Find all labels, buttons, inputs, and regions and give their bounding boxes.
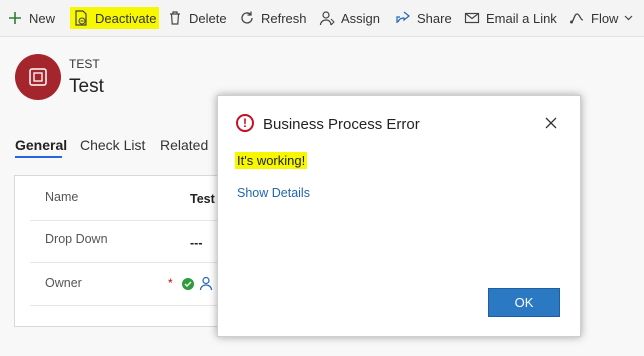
dialog-title: Business Process Error	[263, 116, 420, 133]
error-icon: !	[236, 114, 254, 132]
error-dialog: ! Business Process Error It's working! S…	[217, 95, 581, 337]
error-message: It's working!	[235, 152, 308, 169]
close-icon[interactable]	[544, 116, 558, 130]
ok-button[interactable]: OK	[488, 288, 560, 317]
modal-overlay: ! Business Process Error It's working! S…	[0, 0, 644, 356]
show-details-link[interactable]: Show Details	[237, 186, 310, 200]
